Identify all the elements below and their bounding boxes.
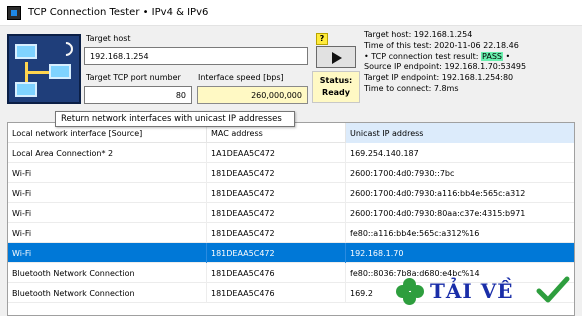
play-icon (332, 52, 342, 64)
table-row[interactable]: Wi-Fi 181DEAA5C472 192.168.1.70 (8, 243, 574, 263)
cell-interface: Local Area Connection* 2 (12, 149, 114, 158)
status-box: Status: Ready (312, 71, 360, 103)
port-input[interactable]: 80 (84, 86, 192, 104)
cell-interface: Bluetooth Network Connection (12, 269, 135, 278)
monitor-icon (15, 44, 37, 59)
table-row[interactable]: Wi-Fi 181DEAA5C472 2600:1700:4d0:7930:a116… (8, 183, 574, 203)
network-illustration-icon (7, 34, 81, 104)
clover-icon (396, 278, 424, 306)
cell-interface: Wi-Fi (12, 209, 32, 218)
window-title: TCP Connection Tester • IPv4 & IPv6 (28, 7, 209, 18)
cell-unicast-ip: 2600:1700:4d0:7930::7bc (345, 163, 574, 183)
cell-interface: Wi-Fi (12, 169, 32, 178)
speed-label: Interface speed [bps] (198, 73, 284, 82)
info-test-time: Time of this test: 2020-11-06 22.18.46 (364, 40, 519, 50)
app-window: TCP Connection Tester • IPv4 & IPv6 Targ… (0, 0, 582, 316)
status-label: Status: (319, 76, 353, 85)
run-test-button[interactable] (316, 46, 356, 68)
table-row[interactable]: Wi-Fi 181DEAA5C472 2600:1700:4d0:7930:80aa… (8, 203, 574, 223)
tooltip: Return network interfaces with unicast I… (55, 111, 295, 127)
result-prefix: • TCP connection test result: (364, 51, 482, 61)
cell-mac-address: 181DEAA5C476 (206, 283, 345, 303)
cell-mac-address: 181DEAA5C476 (206, 263, 345, 283)
cell-mac-address: 181DEAA5C472 (206, 243, 345, 263)
cell-mac-address: 181DEAA5C472 (206, 203, 345, 223)
cell-interface: Bluetooth Network Connection (12, 289, 135, 298)
result-info-panel: Target host: 192.168.1.254 Time of this … (364, 30, 576, 108)
wireless-signal-icon (56, 39, 76, 59)
cell-unicast-ip: 192.168.1.70 (345, 243, 574, 263)
cell-interface: Wi-Fi (12, 249, 32, 258)
cell-unicast-ip: fe80::a116:bb4e:565c:a312%16 (345, 223, 574, 243)
checkmark-icon (536, 276, 570, 303)
cell-unicast-ip: 2600:1700:4d0:7930:80aa:c37e:4315:b971 (345, 203, 574, 223)
cell-unicast-ip: 169.254.140.187 (345, 143, 574, 163)
column-header-unicast-ip[interactable]: Unicast IP address (345, 123, 574, 143)
result-suffix: • (502, 51, 511, 61)
watermark-logo: TẢI VỀ (372, 276, 582, 310)
table-row[interactable]: Local Area Connection* 2 1A1DEAA5C472 169.… (8, 143, 574, 163)
target-host-input[interactable]: 192.168.1.254 (84, 47, 308, 65)
info-target-host: Target host: 192.168.1.254 (364, 30, 473, 39)
monitor-icon (49, 64, 71, 79)
target-host-label: Target host (86, 34, 131, 43)
monitor-icon (15, 82, 37, 97)
info-target-endpoint: Target IP endpoint: 192.168.1.254:80 (364, 73, 514, 83)
table-row[interactable]: Wi-Fi 181DEAA5C472 fe80::a116:bb4e:565c:a3… (8, 223, 574, 243)
cell-interface: Wi-Fi (12, 229, 32, 238)
cell-mac-address: 181DEAA5C472 (206, 163, 345, 183)
cell-mac-address: 1A1DEAA5C472 (206, 143, 345, 163)
status-value: Ready (322, 88, 350, 97)
result-pass-badge: PASS (481, 51, 503, 61)
cell-mac-address: 181DEAA5C472 (206, 183, 345, 203)
app-icon (7, 6, 21, 20)
info-source-endpoint: Source IP endpoint: 192.168.1.70:53495 (364, 62, 527, 72)
info-test-result: • TCP connection test result: PASS • (364, 51, 576, 63)
cell-mac-address: 181DEAA5C472 (206, 223, 345, 243)
network-link (25, 71, 49, 74)
title-bar[interactable]: TCP Connection Tester • IPv4 & IPv6 (0, 0, 582, 26)
table-row[interactable]: Wi-Fi 181DEAA5C472 2600:1700:4d0:7930::7bc (8, 163, 574, 183)
port-label: Target TCP port number (86, 73, 181, 82)
cell-interface: Wi-Fi (12, 189, 32, 198)
info-time-to-connect: Time to connect: 7.8ms (364, 83, 459, 93)
cell-unicast-ip: 2600:1700:4d0:7930:a116:bb4e:565c:a312 (345, 183, 574, 203)
speed-field: 260,000,000 (197, 86, 308, 104)
watermark-text: TẢI VỀ (430, 279, 514, 303)
help-button[interactable]: ? (316, 33, 328, 45)
